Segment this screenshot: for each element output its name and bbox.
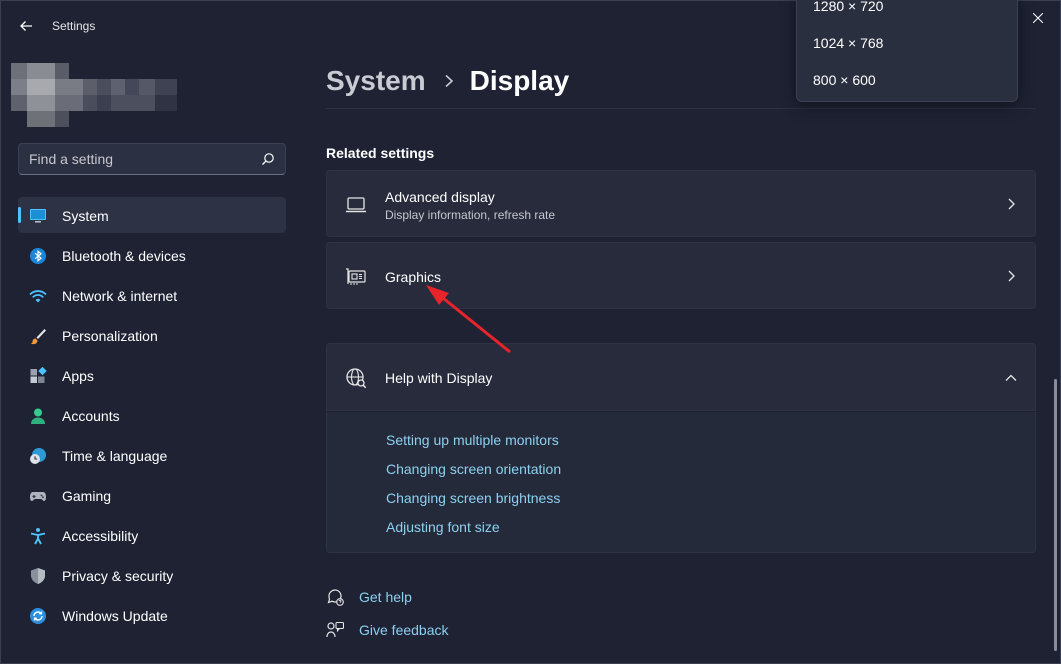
sidebar-item-label: Privacy & security [62,568,174,584]
close-button[interactable] [1015,1,1061,35]
chevron-right-icon [445,74,453,88]
get-help-label: Get help [359,589,412,605]
graphics-card-icon [346,268,366,285]
search-box[interactable] [18,143,286,175]
breadcrumb-separator [444,74,454,88]
help-link[interactable]: Adjusting font size [386,519,500,535]
scrollbar-thumb[interactable] [1054,379,1057,651]
help-link[interactable]: Setting up multiple monitors [386,432,559,448]
monitor-icon [30,209,46,223]
laptop-icon [346,197,366,213]
sidebar-item-accessibility[interactable]: Accessibility [18,517,286,553]
dropdown-option[interactable]: 800 × 600 [813,72,876,88]
sidebar-item-windows-update[interactable]: Windows Update [18,597,286,633]
sidebar-item-gaming[interactable]: Gaming [18,477,286,513]
sidebar-item-privacy[interactable]: Privacy & security [18,557,286,593]
help-link[interactable]: Changing screen brightness [386,490,560,506]
sidebar-item-label: Network & internet [62,288,178,304]
graphics-card[interactable]: Graphics [326,242,1036,309]
sidebar-item-accounts[interactable]: Accounts [18,397,286,433]
page-title: Display [469,65,570,96]
app-title: Settings [52,19,96,33]
related-settings-heading: Related settings [326,145,435,161]
sidebar-item-system[interactable]: System [18,197,286,233]
sidebar-nav: System Bluetooth & devices Network & int… [18,197,286,637]
wifi-icon [29,290,47,303]
give-feedback-link[interactable]: Give feedback [326,620,466,642]
search-input[interactable] [19,144,259,174]
back-button[interactable] [13,14,39,38]
breadcrumb: System Display [326,61,569,101]
gamepad-icon [30,492,46,501]
person-icon [31,408,45,424]
sidebar-item-label: Bluetooth & devices [62,248,186,264]
help-chat-icon [327,589,344,606]
update-icon [30,608,46,624]
sidebar-item-label: Accounts [62,408,120,424]
help-link[interactable]: Changing screen orientation [386,461,561,477]
sidebar-item-network[interactable]: Network & internet [18,277,286,313]
chevron-right-icon [1008,270,1015,282]
dropdown-option[interactable]: 1280 × 720 [813,0,883,14]
globe-clock-icon [30,448,46,464]
avatar[interactable] [11,63,177,127]
resolution-dropdown: 1280 × 720 1024 × 768 800 × 600 [796,0,1018,102]
graphics-title: Graphics [385,269,442,285]
dropdown-option[interactable]: 1024 × 768 [813,35,883,51]
sidebar-item-label: Time & language [62,448,168,464]
globe-search-icon [346,368,367,389]
advanced-display-title: Advanced display [385,189,495,205]
apps-icon [30,367,47,383]
sidebar-item-apps[interactable]: Apps [18,357,286,393]
sidebar-item-label: Accessibility [62,528,139,544]
back-arrow-icon [20,21,32,31]
sidebar-item-time-language[interactable]: Time & language [18,437,286,473]
brush-icon [30,329,46,345]
sidebar-item-bluetooth[interactable]: Bluetooth & devices [18,237,286,273]
give-feedback-label: Give feedback [359,622,449,638]
sidebar-item-label: System [62,208,109,224]
accessibility-icon [30,528,46,545]
get-help-link[interactable]: Get help [326,587,446,609]
sidebar-item-label: Gaming [62,488,112,504]
shield-icon [31,568,45,584]
sidebar-item-label: Windows Update [62,608,168,624]
sidebar-item-label: Personalization [62,328,158,344]
chevron-up-icon[interactable] [1005,372,1017,384]
sidebar-item-personalization[interactable]: Personalization [18,317,286,353]
sidebar-item-label: Apps [62,368,94,384]
divider [326,108,1036,109]
help-links-panel: Setting up multiple monitors Changing sc… [326,411,1036,553]
bluetooth-icon [30,248,46,264]
help-with-display-title: Help with Display [385,370,493,386]
close-icon [1033,13,1043,23]
search-icon[interactable] [261,152,275,166]
advanced-display-subtitle: Display information, refresh rate [385,208,556,222]
feedback-icon [326,621,344,638]
breadcrumb-parent[interactable]: System [326,65,426,97]
help-with-display-header[interactable]: Help with Display [326,343,1036,411]
chevron-right-icon [1008,198,1015,210]
advanced-display-card[interactable]: Advanced display Display information, re… [326,170,1036,237]
